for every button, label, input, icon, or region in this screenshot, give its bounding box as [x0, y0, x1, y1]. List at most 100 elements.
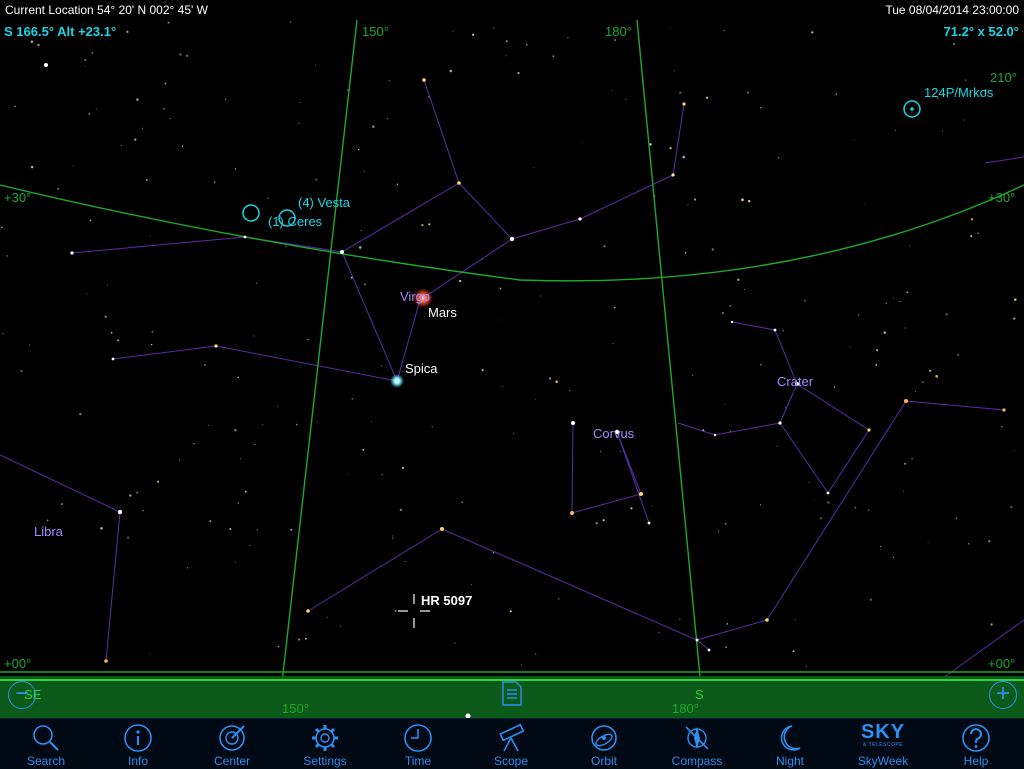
info-label: Info	[127, 754, 148, 768]
crosshair-icon	[219, 725, 245, 751]
background-star	[1, 226, 3, 228]
background-star	[555, 380, 558, 384]
corvus-label[interactable]: Corvus	[593, 426, 635, 441]
background-star	[970, 218, 974, 221]
background-star	[396, 183, 399, 185]
background-star	[612, 90, 614, 92]
search-button[interactable]: Search	[1, 719, 91, 769]
background-star	[100, 527, 103, 530]
background-star	[964, 79, 967, 81]
help-button[interactable]: Help	[931, 719, 1021, 769]
background-star	[151, 330, 154, 333]
ceres-label[interactable]: (1) Ceres	[268, 214, 323, 229]
background-star	[499, 287, 502, 290]
night-button[interactable]: Night	[745, 719, 835, 769]
background-star	[620, 450, 622, 452]
zoom-out-button[interactable]: −	[8, 681, 36, 709]
background-star	[79, 412, 82, 416]
background-star	[151, 343, 153, 346]
vesta-marker[interactable]	[242, 204, 260, 222]
background-star	[150, 235, 152, 237]
help-icon	[962, 724, 990, 752]
info-button[interactable]: Info	[93, 719, 183, 769]
background-star	[952, 42, 956, 46]
south-lines	[939, 619, 1024, 681]
background-star	[372, 125, 375, 128]
comet-marker-dot	[910, 107, 914, 111]
background-star	[987, 539, 991, 543]
background-star	[84, 65, 86, 67]
spica-label[interactable]: Spica	[405, 361, 438, 376]
background-star	[129, 494, 132, 497]
selected-star-label[interactable]: HR 5097	[421, 593, 472, 608]
background-star	[186, 567, 189, 569]
scope-label: Scope	[493, 754, 529, 768]
background-star	[364, 283, 367, 286]
background-star	[684, 252, 687, 254]
background-star	[922, 381, 924, 384]
skyweek-button[interactable]: SKY & TELESCOPE SkyWeek	[838, 719, 928, 769]
libra-label[interactable]: Libra	[34, 524, 64, 539]
background-star	[723, 30, 725, 32]
zoom-in-button[interactable]: +	[989, 681, 1017, 709]
background-star	[892, 297, 894, 299]
background-star	[863, 203, 865, 204]
background-star	[91, 52, 94, 54]
skyweek-logo-sub: & TELESCOPE	[862, 742, 904, 748]
background-star	[295, 423, 298, 426]
background-star	[304, 637, 307, 640]
background-star	[204, 364, 206, 366]
background-star	[501, 386, 503, 387]
virgo-label[interactable]: Virgo	[400, 289, 430, 304]
orbit-button[interactable]: Orbit	[559, 719, 649, 769]
center-button[interactable]: Center	[187, 719, 277, 769]
az-180-bottom-label: 180°	[672, 701, 699, 716]
background-star	[814, 499, 816, 501]
background-star	[505, 55, 507, 57]
spica-marker[interactable]	[390, 374, 404, 388]
background-star	[687, 203, 689, 206]
vesta-label[interactable]: (4) Vesta	[298, 195, 351, 210]
background-star	[869, 598, 872, 601]
background-star	[88, 113, 90, 115]
alt-0-left-label: +00°	[4, 656, 31, 671]
background-star	[298, 122, 300, 124]
boot-lines	[984, 156, 1024, 164]
background-star	[14, 105, 16, 108]
mars-label[interactable]: Mars	[428, 305, 457, 320]
background-star	[148, 653, 150, 655]
background-star	[875, 364, 878, 366]
coordinate-grid	[0, 20, 1024, 718]
settings-button[interactable]: Settings	[280, 719, 370, 769]
crater-label[interactable]: Crater	[777, 374, 814, 389]
background-star	[254, 443, 256, 446]
comet-label[interactable]: 124P/Mrkos	[924, 85, 994, 100]
background-star	[721, 311, 725, 315]
location-readout: Current Location 54° 20' N 002° 45' W	[5, 3, 208, 17]
background-star	[454, 642, 456, 644]
background-star	[89, 219, 92, 222]
compass-button[interactable]: Compass	[652, 719, 742, 769]
south-label: S	[695, 687, 704, 702]
scope-button[interactable]: Scope	[466, 719, 556, 769]
background-star	[963, 119, 965, 121]
background-star	[237, 376, 239, 379]
background-star	[104, 315, 107, 318]
background-star	[285, 245, 287, 247]
settings-label: Settings	[303, 754, 347, 768]
background-star	[178, 459, 181, 461]
time-button[interactable]: Time	[373, 719, 463, 769]
background-star	[359, 249, 361, 250]
background-star	[990, 623, 993, 626]
background-star	[213, 181, 216, 183]
background-star	[808, 481, 810, 483]
search-label: Search	[26, 754, 66, 768]
background-star	[481, 369, 484, 372]
sky-chart[interactable]: 150° 180° 210° +30° +30° +00° +00° 150° …	[0, 20, 1024, 718]
background-star	[167, 21, 170, 24]
background-star	[136, 491, 139, 494]
background-star	[61, 503, 63, 505]
gear-icon	[312, 725, 338, 751]
skyweek-label: SkyWeek	[857, 754, 909, 768]
background-star	[388, 79, 391, 82]
